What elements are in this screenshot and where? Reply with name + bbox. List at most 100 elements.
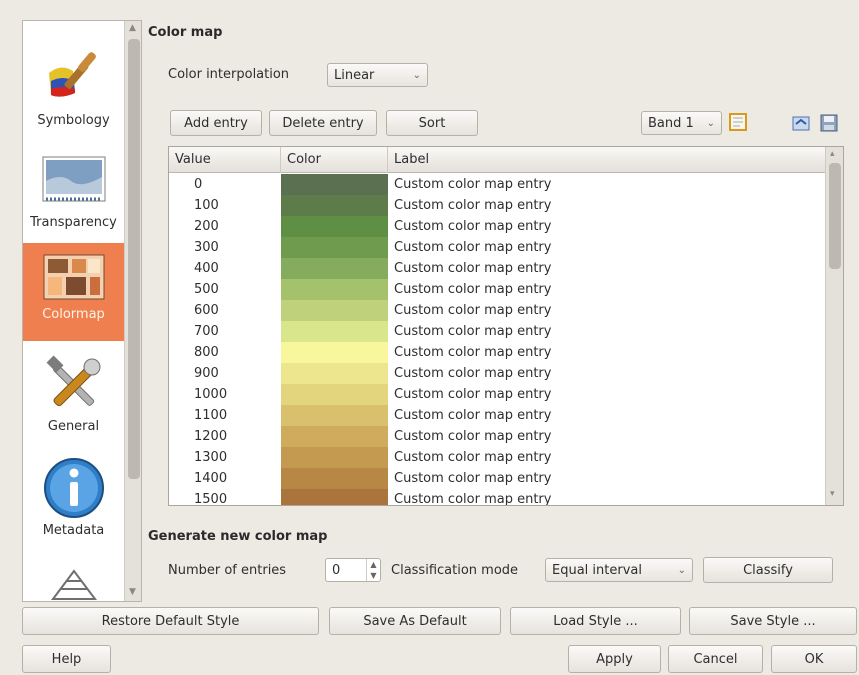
export-colormap-button[interactable] <box>819 113 839 133</box>
ok-button[interactable]: OK <box>771 645 857 673</box>
table-row[interactable]: 600 Custom color map entry <box>169 300 825 321</box>
add-entry-button[interactable]: Add entry <box>170 110 262 136</box>
load-style-button[interactable]: Load Style ... <box>510 607 681 635</box>
sidebar-item-metadata[interactable]: Metadata <box>23 455 124 551</box>
cell-label[interactable]: Custom color map entry <box>394 195 824 216</box>
band-select[interactable]: Band 1 ⌄ <box>641 111 722 135</box>
cell-label[interactable]: Custom color map entry <box>394 174 824 195</box>
table-row[interactable]: 1100 Custom color map entry <box>169 405 825 426</box>
cancel-button[interactable]: Cancel <box>668 645 763 673</box>
column-header-label[interactable]: Label <box>388 147 825 173</box>
save-as-default-button[interactable]: Save As Default <box>329 607 501 635</box>
cell-color-swatch[interactable] <box>281 216 388 237</box>
cell-value[interactable]: 1200 <box>169 426 279 447</box>
cell-color-swatch[interactable] <box>281 321 388 342</box>
cell-label[interactable]: Custom color map entry <box>394 237 824 258</box>
scroll-down-icon[interactable]: ▼ <box>129 587 136 597</box>
scroll-thumb[interactable] <box>829 163 841 269</box>
cell-value[interactable]: 0 <box>169 174 279 195</box>
cell-label[interactable]: Custom color map entry <box>394 300 824 321</box>
cell-label[interactable]: Custom color map entry <box>394 279 824 300</box>
scroll-down-icon[interactable]: ▾ <box>830 489 835 499</box>
classify-button[interactable]: Classify <box>703 557 833 583</box>
cell-value[interactable]: 1100 <box>169 405 279 426</box>
cell-color-swatch[interactable] <box>281 195 388 216</box>
scroll-up-icon[interactable]: ▴ <box>830 149 835 159</box>
classification-mode-select[interactable]: Equal interval ⌄ <box>545 558 693 582</box>
cell-label[interactable]: Custom color map entry <box>394 447 824 468</box>
cell-color-swatch[interactable] <box>281 426 388 447</box>
table-row[interactable]: 300 Custom color map entry <box>169 237 825 258</box>
apply-button[interactable]: Apply <box>568 645 661 673</box>
number-of-entries-spinbox[interactable]: 0 ▲ ▼ <box>325 558 381 582</box>
load-from-band-button[interactable] <box>728 112 748 132</box>
cell-color-swatch[interactable] <box>281 342 388 363</box>
column-header-value[interactable]: Value <box>169 147 281 173</box>
cell-label[interactable]: Custom color map entry <box>394 426 824 447</box>
table-row[interactable]: 1000 Custom color map entry <box>169 384 825 405</box>
cell-label[interactable]: Custom color map entry <box>394 258 824 279</box>
cell-color-swatch[interactable] <box>281 237 388 258</box>
sidebar-item-transparency[interactable]: Transparency <box>23 151 124 253</box>
cell-color-swatch[interactable] <box>281 174 388 195</box>
scroll-up-icon[interactable]: ▲ <box>129 23 136 33</box>
sidebar-scrollbar[interactable]: ▲ ▼ <box>124 21 141 601</box>
cell-color-swatch[interactable] <box>281 384 388 405</box>
table-row[interactable]: 100 Custom color map entry <box>169 195 825 216</box>
cell-value[interactable]: 200 <box>169 216 279 237</box>
cell-color-swatch[interactable] <box>281 489 388 505</box>
sidebar-item-symbology[interactable]: Symbology <box>23 39 124 147</box>
table-row[interactable]: 800 Custom color map entry <box>169 342 825 363</box>
cell-color-swatch[interactable] <box>281 405 388 426</box>
cell-label[interactable]: Custom color map entry <box>394 321 824 342</box>
cell-value[interactable]: 300 <box>169 237 279 258</box>
cell-value[interactable]: 100 <box>169 195 279 216</box>
cell-value[interactable]: 400 <box>169 258 279 279</box>
table-row[interactable]: 500 Custom color map entry <box>169 279 825 300</box>
table-row[interactable]: 900 Custom color map entry <box>169 363 825 384</box>
table-row[interactable]: 1200 Custom color map entry <box>169 426 825 447</box>
cell-color-swatch[interactable] <box>281 279 388 300</box>
cell-label[interactable]: Custom color map entry <box>394 384 824 405</box>
sidebar-item-pyramids[interactable] <box>23 565 124 601</box>
table-row[interactable]: 0 Custom color map entry <box>169 174 825 195</box>
column-header-color[interactable]: Color <box>281 147 388 173</box>
cell-value[interactable]: 500 <box>169 279 279 300</box>
cell-label[interactable]: Custom color map entry <box>394 342 824 363</box>
color-map-table[interactable]: Value Color Label 0 Custom color map entr… <box>168 146 844 506</box>
cell-color-swatch[interactable] <box>281 468 388 489</box>
import-colormap-button[interactable] <box>791 113 811 133</box>
table-row[interactable]: 1300 Custom color map entry <box>169 447 825 468</box>
sidebar-item-colormap[interactable]: Colormap <box>23 243 124 341</box>
spin-arrows-icon[interactable]: ▲ ▼ <box>366 559 380 581</box>
table-row[interactable]: 1400 Custom color map entry <box>169 468 825 489</box>
table-row[interactable]: 400 Custom color map entry <box>169 258 825 279</box>
cell-color-swatch[interactable] <box>281 258 388 279</box>
cell-label[interactable]: Custom color map entry <box>394 468 824 489</box>
sidebar-item-general[interactable]: General <box>23 351 124 451</box>
save-style-button[interactable]: Save Style ... <box>689 607 857 635</box>
scroll-thumb[interactable] <box>128 39 140 479</box>
cell-label[interactable]: Custom color map entry <box>394 363 824 384</box>
help-button[interactable]: Help <box>22 645 111 673</box>
cell-value[interactable]: 700 <box>169 321 279 342</box>
cell-value[interactable]: 800 <box>169 342 279 363</box>
table-row[interactable]: 200 Custom color map entry <box>169 216 825 237</box>
cell-color-swatch[interactable] <box>281 300 388 321</box>
delete-entry-button[interactable]: Delete entry <box>269 110 377 136</box>
table-scrollbar[interactable]: ▴ ▾ <box>825 147 843 505</box>
cell-label[interactable]: Custom color map entry <box>394 216 824 237</box>
table-row[interactable]: 700 Custom color map entry <box>169 321 825 342</box>
sort-button[interactable]: Sort <box>386 110 478 136</box>
cell-value[interactable]: 1500 <box>169 489 279 505</box>
cell-value[interactable]: 900 <box>169 363 279 384</box>
cell-value[interactable]: 1400 <box>169 468 279 489</box>
table-row[interactable]: 1500 Custom color map entry <box>169 489 825 505</box>
cell-label[interactable]: Custom color map entry <box>394 405 824 426</box>
restore-default-style-button[interactable]: Restore Default Style <box>22 607 319 635</box>
cell-label[interactable]: Custom color map entry <box>394 489 824 505</box>
cell-color-swatch[interactable] <box>281 447 388 468</box>
cell-color-swatch[interactable] <box>281 363 388 384</box>
color-interpolation-select[interactable]: Linear ⌄ <box>327 63 428 87</box>
cell-value[interactable]: 1000 <box>169 384 279 405</box>
